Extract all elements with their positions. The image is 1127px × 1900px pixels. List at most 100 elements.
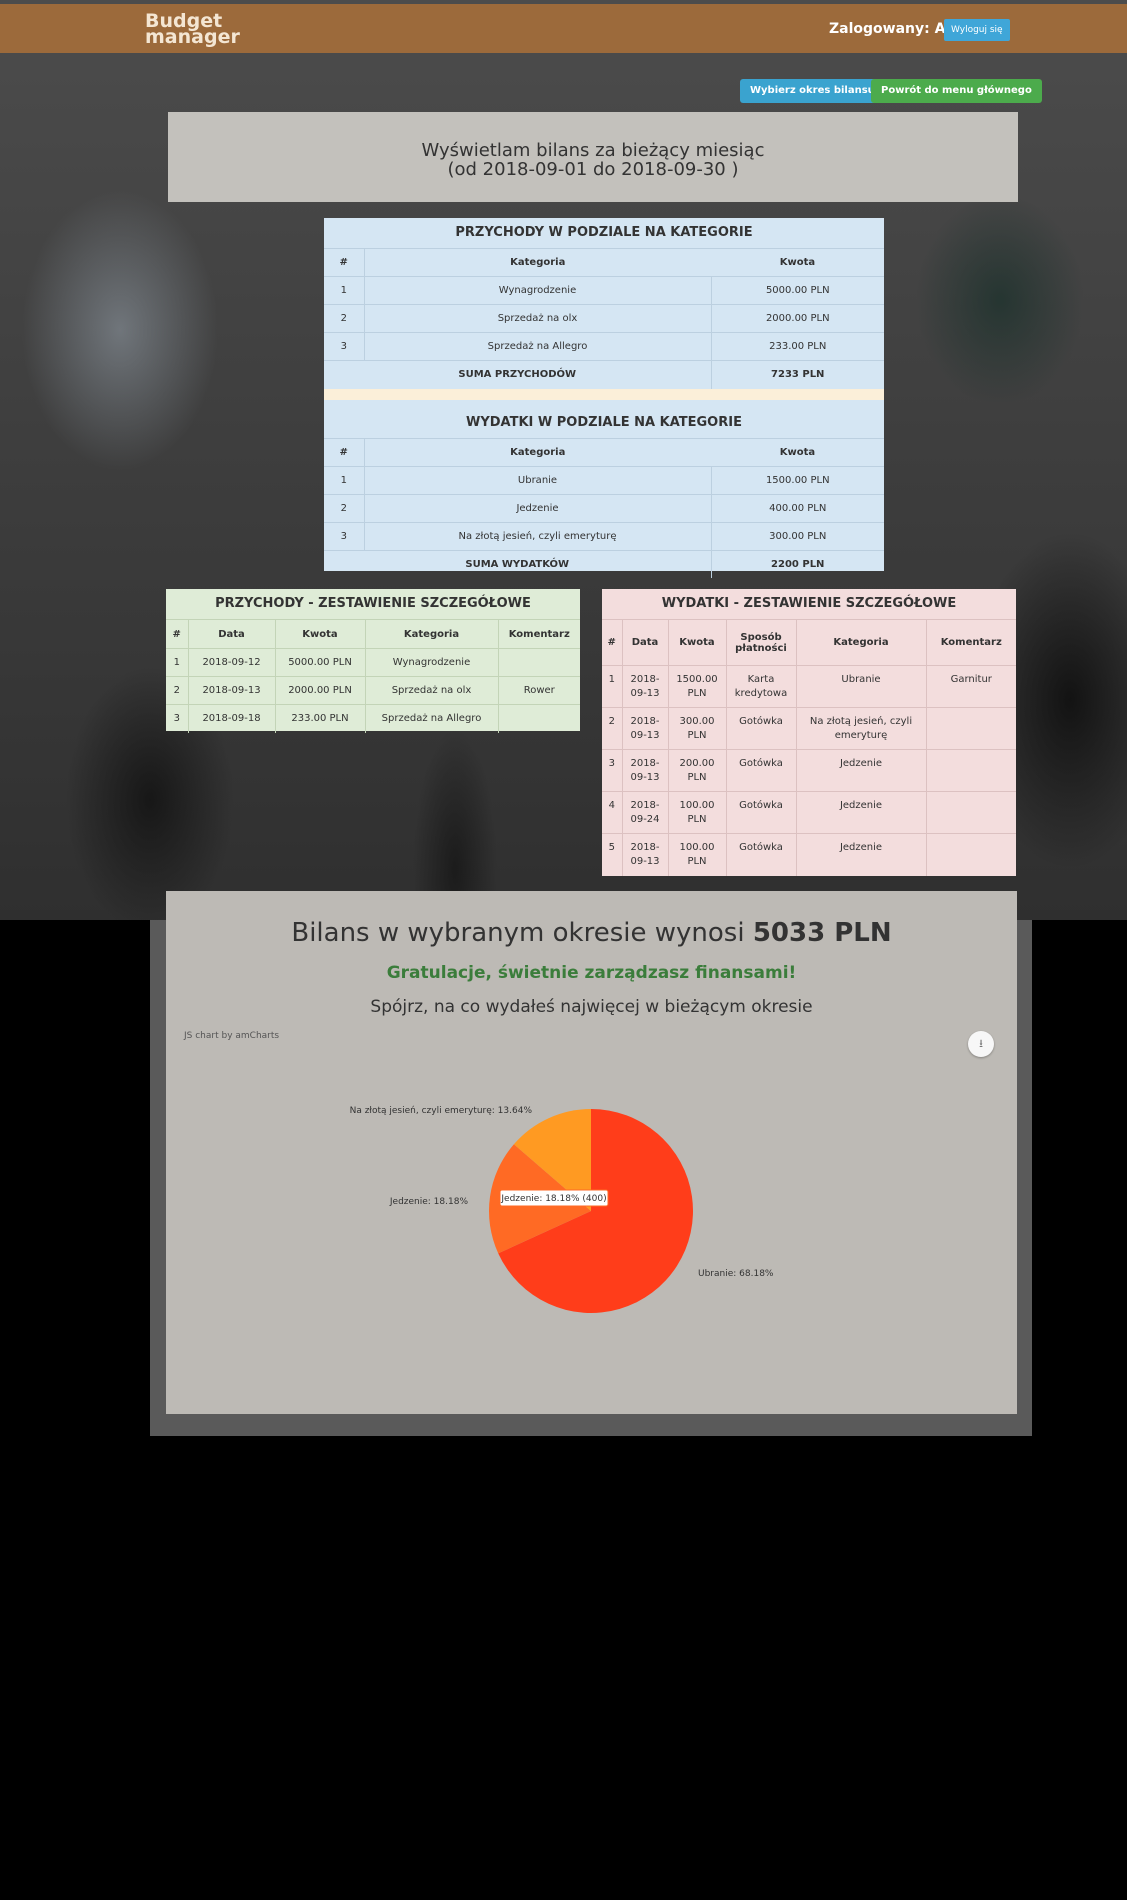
- col-header: Kategoria: [364, 248, 711, 277]
- cell: Wynagrodzenie: [365, 648, 499, 677]
- back-to-menu-button[interactable]: Powrót do menu głównego: [871, 79, 1042, 103]
- col-header: #: [324, 248, 365, 277]
- cell: 233.00 PLN: [275, 704, 366, 733]
- cell: [926, 791, 1016, 834]
- cell: 2: [166, 676, 189, 705]
- cell: Jedzenie: [364, 493, 712, 522]
- cell: Sprzedaż na olx: [365, 676, 499, 705]
- cell: 3: [602, 749, 623, 792]
- expense-pie-chart: Ubranie: 68.18% Jedzenie: 18.18% Na złotą …: [350, 1106, 774, 1313]
- cell: 5: [602, 833, 623, 876]
- col-header: Kategoria: [364, 437, 711, 466]
- period-header: Wyświetlam bilans za bieżący miesiąc (od…: [168, 112, 1018, 202]
- header-line1: Wyświetlam bilans za bieżący miesiąc: [421, 140, 765, 161]
- income-detail-title: PRZYCHODY - ZESTAWIENIE SZCZEGÓŁOWE: [215, 596, 531, 611]
- cell: Jedzenie: [796, 833, 927, 876]
- cell: Ubranie: [796, 665, 927, 708]
- brand-logo[interactable]: Budget manager: [145, 12, 240, 48]
- income-total-label: SUMA PRZYCHODÓW: [324, 360, 712, 389]
- cell: 5000.00 PLN: [711, 276, 884, 305]
- table-row: 3 Na złotą jesień, czyli emeryturę 300.0…: [324, 521, 884, 550]
- income-summary-table: # Kategoria Kwota 1 Wynagrodzenie 5000.0…: [324, 248, 884, 389]
- cell: Gotówka: [726, 833, 797, 876]
- pie-tooltip: Jedzenie: 18.18% (400): [499, 1189, 609, 1207]
- col-header: #: [602, 619, 623, 666]
- expense-detail-title: WYDATKI - ZESTAWIENIE SZCZEGÓŁOWE: [661, 596, 957, 611]
- cell: Jedzenie: [796, 791, 927, 834]
- table-row: 5 2018-09-13 100.00 PLN Gotówka Jedzenie: [602, 833, 1016, 876]
- cell: Garnitur: [926, 665, 1016, 708]
- cell: 2018-09-13: [622, 749, 669, 792]
- cell: 3: [324, 332, 365, 361]
- cell: 3: [324, 521, 365, 550]
- pie-label: Na złotą jesień, czyli emeryturę: 13.64%: [350, 1106, 533, 1116]
- cell: 2018-09-13: [622, 833, 669, 876]
- cell: 400.00 PLN: [711, 493, 884, 522]
- income-total-row: SUMA PRZYCHODÓW 7233 PLN: [324, 360, 884, 389]
- pie-label: Jedzenie: 18.18%: [389, 1197, 469, 1207]
- navbar: Budget manager Zalogowany: Artur Wyloguj…: [0, 4, 1127, 53]
- cell: 2000.00 PLN: [711, 304, 884, 333]
- cell: 300.00 PLN: [711, 521, 884, 550]
- cell: 2018-09-13: [622, 707, 669, 750]
- expense-total-value: 2200 PLN: [711, 549, 884, 578]
- cell: 1: [324, 276, 365, 305]
- table-row: 2 Sprzedaż na olx 2000.00 PLN: [324, 304, 884, 333]
- cell: 1500.00 PLN: [668, 665, 727, 708]
- cell: 2018-09-12: [188, 648, 276, 677]
- cell: 1: [602, 665, 623, 708]
- cell: 1: [324, 465, 365, 494]
- table-header-row: # Kategoria Kwota: [324, 248, 884, 277]
- income-detail-panel: PRZYCHODY - ZESTAWIENIE SZCZEGÓŁOWE # Da…: [166, 589, 580, 733]
- cell: Na złotą jesień, czyli emeryturę: [796, 707, 927, 750]
- cell: 2: [324, 304, 365, 333]
- expense-detail-panel: WYDATKI - ZESTAWIENIE SZCZEGÓŁOWE # Data…: [602, 589, 1016, 876]
- cell: Sprzedaż na olx: [364, 304, 712, 333]
- table-row: 2 Jedzenie 400.00 PLN: [324, 493, 884, 522]
- cell: [926, 749, 1016, 792]
- cell: Ubranie: [364, 465, 712, 494]
- cell: 233.00 PLN: [711, 332, 884, 361]
- expense-summary-table: # Kategoria Kwota 1 Ubranie 1500.00 PLN …: [324, 437, 884, 578]
- expense-summary-title: WYDATKI W PODZIALE NA KATEGORIE: [466, 414, 742, 430]
- cell: Karta kredytowa: [726, 665, 797, 708]
- table-row: 2 2018-09-13 300.00 PLN Gotówka Na złotą…: [602, 707, 1016, 750]
- table-header-row: # Kategoria Kwota: [324, 437, 884, 466]
- col-header: Kwota: [711, 437, 884, 466]
- logout-button[interactable]: Wyloguj się: [944, 19, 1010, 41]
- cell: 2018-09-18: [188, 704, 276, 733]
- col-header: #: [324, 437, 365, 466]
- col-header: #: [166, 619, 189, 649]
- table-row: 3 Sprzedaż na Allegro 233.00 PLN: [324, 332, 884, 361]
- cell: [498, 704, 580, 733]
- table-row: 1 2018-09-12 5000.00 PLN Wynagrodzenie: [166, 648, 580, 677]
- cell: Na złotą jesień, czyli emeryturę: [364, 521, 712, 550]
- cell: Gotówka: [726, 749, 797, 792]
- expense-total-row: SUMA WYDATKÓW 2200 PLN: [324, 549, 884, 578]
- cell: Sprzedaż na Allegro: [365, 704, 499, 733]
- cell: 5000.00 PLN: [275, 648, 366, 677]
- cell: 2: [324, 493, 365, 522]
- cell: [926, 833, 1016, 876]
- table-row: 1 Ubranie 1500.00 PLN: [324, 465, 884, 494]
- cell: Sprzedaż na Allegro: [364, 332, 712, 361]
- brand-line2: manager: [145, 26, 240, 48]
- cell: Jedzenie: [796, 749, 927, 792]
- expense-total-label: SUMA WYDATKÓW: [324, 549, 712, 578]
- col-header: Kwota: [711, 248, 884, 277]
- cell: Gotówka: [726, 791, 797, 834]
- cell: 4: [602, 791, 623, 834]
- expense-detail-table: # Data Kwota Sposób płatności Kategoria …: [602, 619, 1016, 876]
- pie-label: Ubranie: 68.18%: [698, 1269, 774, 1279]
- income-detail-table: # Data Kwota Kategoria Komentarz 1 2018-…: [166, 619, 580, 733]
- divider: [324, 388, 884, 400]
- cell: [926, 707, 1016, 750]
- table-row: 3 2018-09-18 233.00 PLN Sprzedaż na Alle…: [166, 704, 580, 733]
- col-header: Data: [622, 619, 669, 666]
- cell: Gotówka: [726, 707, 797, 750]
- col-header: Kategoria: [365, 619, 499, 649]
- table-header-row: # Data Kwota Sposób płatności Kategoria …: [602, 619, 1016, 666]
- col-header: Komentarz: [926, 619, 1016, 666]
- cell: Wynagrodzenie: [364, 276, 712, 305]
- cell: 100.00 PLN: [668, 791, 727, 834]
